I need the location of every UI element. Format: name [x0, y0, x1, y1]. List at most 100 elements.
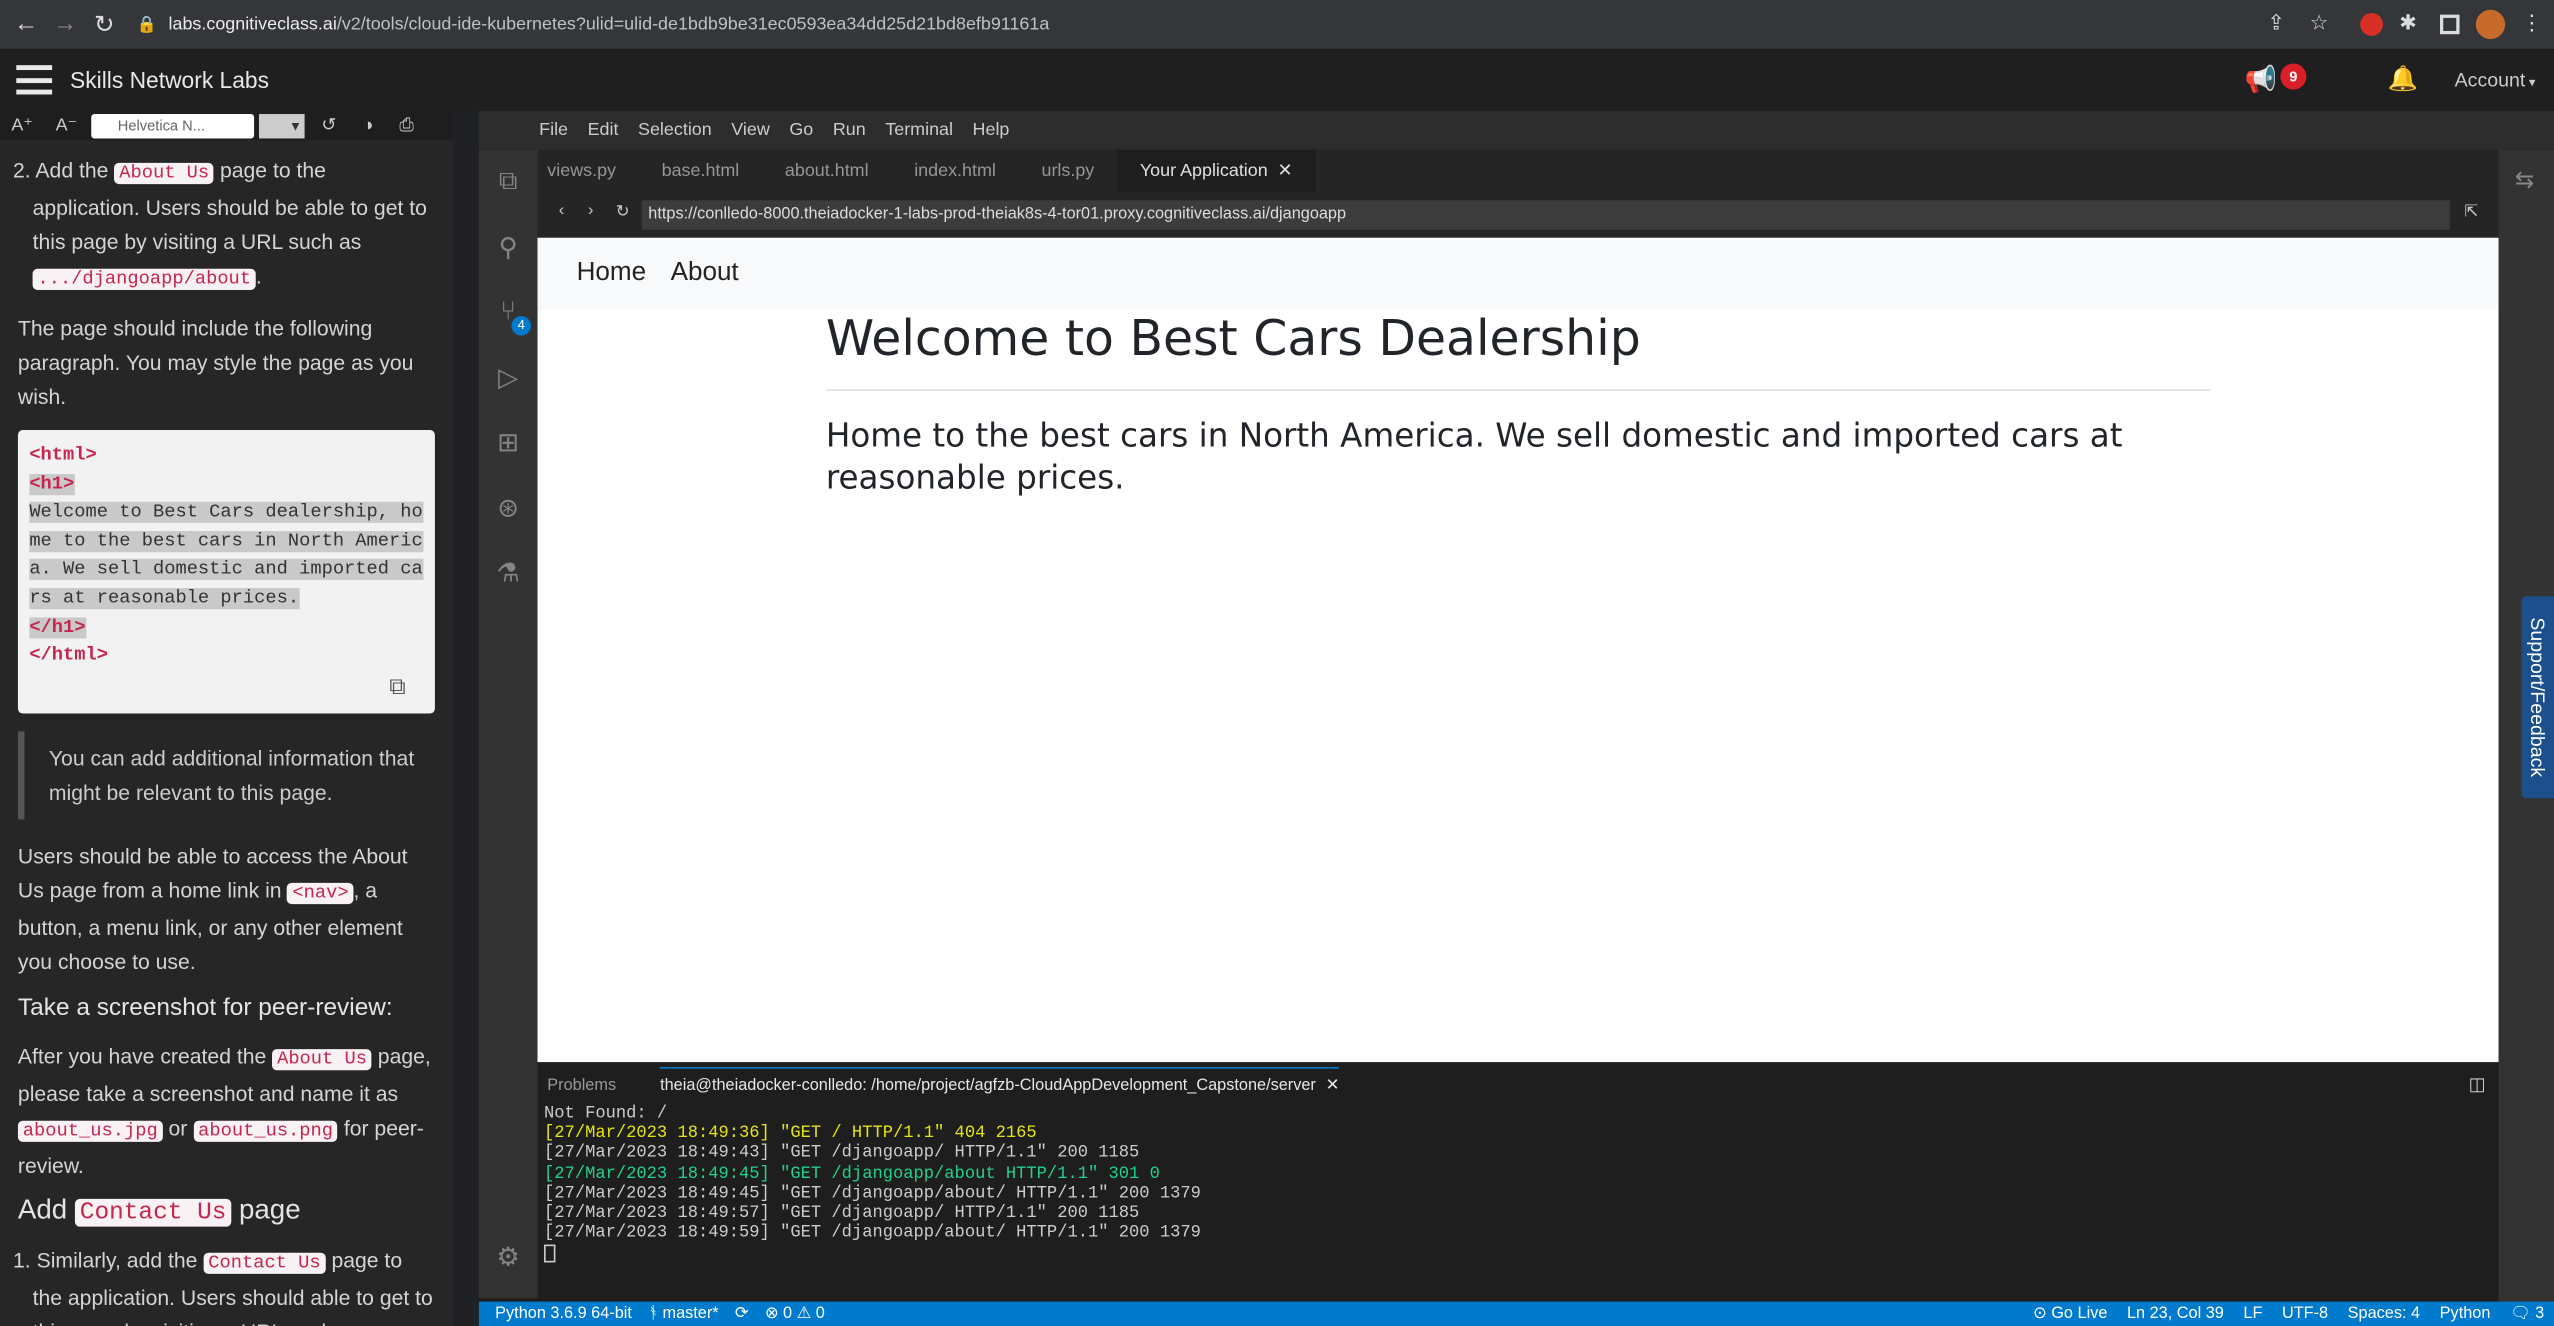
preview-toolbar: ‹ › ↻ https://conlledo-8000.theiadocker-… [537, 192, 2499, 238]
note-text: You can add additional information that … [48, 745, 415, 805]
terminal-line: [27/Mar/2023 18:49:59] "GET /djangoapp/a… [544, 1223, 1201, 1244]
preview-url-input[interactable]: https://conlledo-8000.theiadocker-1-labs… [641, 200, 2450, 230]
menu-edit[interactable]: Edit [588, 121, 619, 141]
menu-go[interactable]: Go [789, 121, 813, 141]
menu-selection[interactable]: Selection [638, 121, 712, 141]
explorer-icon[interactable]: ⧉ [479, 150, 538, 215]
problems-count[interactable]: ⊗ 0 ⚠ 0 [765, 1305, 825, 1323]
profile-avatar[interactable] [2475, 9, 2506, 40]
code-line: Welcome to Best Cars dealership, ho [29, 502, 423, 524]
branch-icon: ᚬ [648, 1304, 663, 1323]
menu-terminal[interactable]: Terminal [885, 121, 953, 141]
branch-label: master* [662, 1304, 719, 1323]
ide-menubar: File Edit Selection View Go Run Terminal… [478, 110, 2554, 150]
tab-index-html[interactable]: index.html [891, 150, 1018, 192]
code-snippet: <html> <h1> Welcome to Best Cars dealers… [17, 430, 435, 714]
go-live-button[interactable]: ⊙ Go Live [2033, 1305, 2107, 1323]
extensions-icon[interactable]: ⊞ [479, 411, 538, 476]
code-line: <h1> [29, 473, 75, 495]
megaphone-icon[interactable]: 📢 [2245, 64, 2277, 97]
forward-icon[interactable]: → [46, 10, 85, 38]
run-debug-icon[interactable]: ▷ [479, 345, 538, 410]
back-icon[interactable]: ← [7, 10, 46, 38]
preview-forward-icon[interactable]: › [588, 202, 593, 220]
preview-toggle-icon[interactable]: ⇆ [2515, 166, 2534, 194]
png-code: about_us.png [193, 1120, 338, 1142]
menu-help[interactable]: Help [973, 121, 1010, 141]
about-us-code: About Us [114, 162, 215, 184]
step2-paragraph: 2. Add the About Us page to the applicat… [0, 140, 453, 296]
font-increase-button[interactable]: A⁺ [11, 111, 32, 143]
tab-base-html[interactable]: base.html [639, 150, 762, 192]
step-end: . [255, 263, 262, 289]
close-icon[interactable]: ✕ [1326, 1076, 1340, 1094]
lab-flask-icon[interactable]: ⚗ [479, 541, 538, 606]
reload-icon[interactable]: ↻ [85, 10, 124, 39]
terminal-line: [27/Mar/2023 18:49:43] "GET /djangoapp/ … [544, 1144, 1140, 1164]
code-line: </html> [29, 645, 109, 667]
application-preview: Home About Welcome to Best Cars Dealersh… [537, 237, 2499, 1063]
tab-problems[interactable]: Problems [547, 1076, 616, 1094]
browser-menu-icon[interactable]: ⋮ [2521, 10, 2542, 36]
notifications[interactable]: 🗨 3 [2510, 1305, 2544, 1323]
bottom-panel: Problems theia@theiadocker-conlledo: /ho… [537, 1065, 2499, 1302]
terminal-line: [27/Mar/2023 18:49:45] "GET /djangoapp/a… [544, 1164, 1160, 1184]
extensions-puzzle-icon[interactable]: ✱ [2399, 10, 2417, 36]
python-interpreter[interactable]: Python 3.6.9 64-bit [495, 1305, 632, 1323]
cursor-position[interactable]: Ln 23, Col 39 [2127, 1305, 2224, 1323]
caret-down-icon: ▾ [2525, 74, 2536, 90]
sync-icon[interactable]: ⟳ [735, 1305, 749, 1323]
preview-reload-icon[interactable]: ↻ [616, 204, 630, 222]
menu-run[interactable]: Run [833, 121, 866, 141]
account-menu[interactable]: Account ▾ [2455, 68, 2536, 91]
after-paragraph: After you have created the About Us page… [0, 1024, 453, 1182]
skills-network-icon[interactable]: ⊛ [479, 476, 538, 541]
menu-file[interactable]: File [539, 121, 568, 141]
search-icon[interactable]: ⚲ [479, 215, 538, 280]
notifications-count: 3 [2535, 1304, 2545, 1323]
bookmark-star-icon[interactable]: ☆ [2310, 10, 2329, 36]
open-external-icon[interactable]: ⇱ [2464, 204, 2478, 222]
copy-icon[interactable]: ⧉ [389, 676, 405, 705]
font-size-select[interactable]: ▼ [259, 113, 306, 138]
nav-home-link[interactable]: Home [577, 259, 647, 288]
contact-us-code: Contact Us [74, 1198, 232, 1227]
sidepanel-icon[interactable] [2439, 14, 2460, 35]
font-decrease-button[interactable]: A⁻ [56, 111, 77, 143]
support-feedback-button[interactable]: Support/Feedback [2521, 596, 2554, 799]
terminal-line: [27/Mar/2023 18:49:57] "GET /djangoapp/ … [544, 1203, 1140, 1224]
source-control-icon[interactable]: ⑂ 4 [479, 280, 538, 345]
file-encoding[interactable]: UTF-8 [2282, 1305, 2328, 1323]
step-number: 1. [13, 1247, 31, 1272]
maximize-panel-icon[interactable]: ◫ [2469, 1074, 2486, 1095]
font-family-select[interactable]: Helvetica N... [91, 113, 255, 138]
tab-urls-py[interactable]: urls.py [1019, 150, 1117, 192]
reset-icon[interactable]: ↺ [321, 111, 336, 143]
notifications-bell-icon[interactable]: 🔔 [2388, 64, 2418, 93]
tab-views-py[interactable]: views.py [538, 150, 639, 192]
include-paragraph: The page should include the following pa… [17, 316, 414, 409]
terminal-output[interactable]: Not Found: / [27/Mar/2023 18:49:36] "GET … [538, 1104, 2499, 1264]
or-text: or [168, 1115, 188, 1140]
language-mode[interactable]: Python [2440, 1305, 2491, 1323]
tab-terminal[interactable]: theia@theiadocker-conlledo: /home/projec… [660, 1066, 1340, 1103]
status-bar: Python 3.6.9 64-bit ᚬ master* ⟳ ⊗ 0 ⚠ 0 … [478, 1301, 2554, 1326]
nav-about-link[interactable]: About [671, 259, 739, 288]
tab-your-application[interactable]: Your Application ✕ [1117, 149, 1316, 193]
contrast-icon[interactable]: ◑ [362, 111, 373, 143]
print-icon[interactable]: ⎙ [399, 111, 413, 143]
close-icon[interactable]: ✕ [1278, 161, 1293, 181]
tab-about-html[interactable]: about.html [762, 150, 891, 192]
preview-back-icon[interactable]: ‹ [559, 202, 564, 220]
indentation[interactable]: Spaces: 4 [2348, 1305, 2420, 1323]
settings-gear-icon[interactable]: ⚙ [479, 1225, 538, 1290]
hamburger-menu-icon[interactable] [16, 65, 53, 95]
line-ending[interactable]: LF [2243, 1305, 2262, 1323]
tab-label: Your Application [1139, 161, 1268, 181]
address-bar[interactable]: 🔒 labs.cognitiveclass.ai/v2/tools/cloud-… [137, 7, 2254, 43]
share-icon[interactable]: ⇪ [2267, 10, 2285, 36]
menu-view[interactable]: View [731, 121, 770, 141]
extension-red-icon[interactable] [2360, 13, 2383, 36]
git-branch[interactable]: ᚬ master* [648, 1305, 718, 1323]
step-text: Add the [35, 158, 109, 183]
